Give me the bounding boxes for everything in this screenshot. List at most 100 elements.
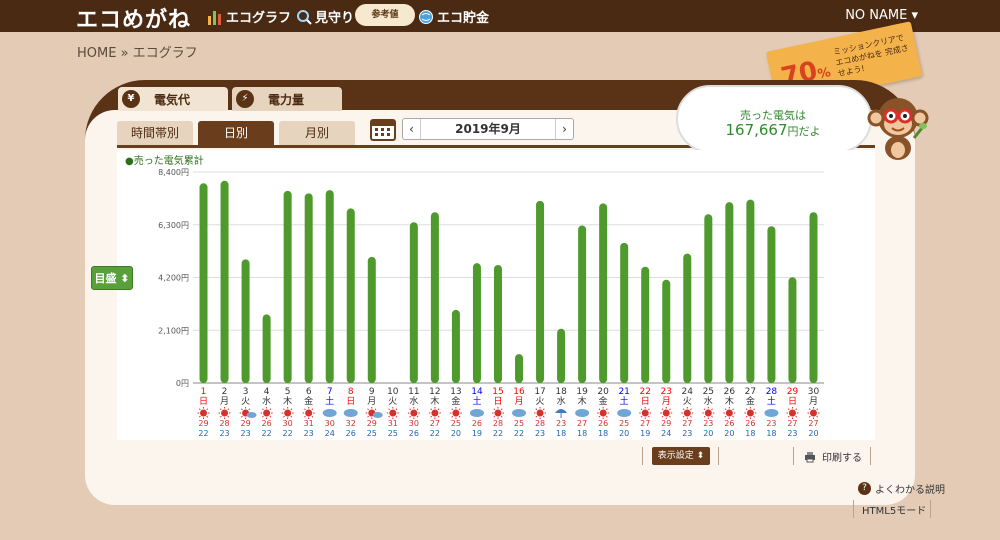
sun-ray	[703, 415, 706, 418]
x-weekday-label: 土	[767, 395, 776, 407]
cloud-icon	[372, 412, 383, 418]
sun-ray	[690, 415, 692, 418]
printer-icon	[805, 451, 815, 462]
sun-ray	[416, 415, 419, 418]
x-day-label: 6	[306, 387, 312, 397]
x-day-label: 12	[429, 387, 440, 397]
sun-ray	[605, 415, 608, 418]
sun-ray	[290, 408, 293, 411]
sun-ray	[753, 415, 755, 418]
divider	[853, 500, 854, 518]
x-day-label: 4	[264, 387, 270, 397]
divider	[642, 447, 643, 465]
sun-ray	[605, 408, 608, 411]
temp-high-label: 30	[283, 419, 293, 428]
sun-ray	[311, 415, 314, 418]
html5-mode-link[interactable]: HTML5モード	[862, 502, 926, 517]
x-day-label: 16	[513, 387, 525, 397]
x-day-label: 30	[808, 387, 820, 397]
sun-ray	[669, 408, 671, 411]
x-day-label: 23	[661, 387, 672, 397]
temp-low-label: 23	[219, 429, 229, 438]
temp-low-label: 22	[493, 429, 503, 438]
temp-high-label: 27	[682, 419, 692, 428]
temp-low-label: 20	[451, 429, 461, 438]
temp-low-label: 23	[682, 429, 692, 438]
temp-high-label: 30	[409, 419, 419, 428]
sun-ray	[816, 415, 819, 418]
temp-high-label: 30	[325, 419, 335, 428]
sun-icon	[788, 409, 796, 417]
sun-ray	[535, 415, 538, 418]
bar	[451, 309, 460, 383]
temp-low-label: 22	[514, 429, 524, 438]
temp-high-label: 26	[724, 419, 734, 428]
x-day-label: 19	[576, 387, 588, 397]
sun-ray	[374, 408, 377, 411]
sun-icon	[305, 409, 313, 417]
sun-ray	[753, 408, 755, 411]
temp-low-label: 23	[535, 429, 545, 438]
x-weekday-label: 火	[536, 396, 545, 407]
sun-icon	[389, 409, 397, 417]
bar	[767, 226, 776, 383]
sun-ray	[367, 408, 369, 411]
bar	[809, 212, 818, 383]
temp-low-label: 24	[325, 429, 335, 438]
sun-ray	[458, 408, 461, 411]
sun-ray	[795, 415, 798, 418]
x-weekday-label: 土	[325, 395, 334, 407]
print-button[interactable]: 印刷する	[804, 449, 862, 464]
temp-high-label: 27	[430, 419, 440, 428]
cloud-icon	[343, 409, 358, 417]
cloud-icon	[322, 409, 337, 417]
sun-ray	[500, 408, 503, 411]
x-weekday-label: 日	[788, 396, 797, 407]
divider	[793, 447, 794, 465]
x-weekday-label: 月	[367, 396, 376, 407]
x-weekday-label: 水	[557, 395, 566, 407]
sun-ray	[206, 408, 209, 411]
divider	[930, 500, 931, 518]
bar	[515, 354, 524, 383]
sun-icon	[431, 409, 439, 417]
temp-high-label: 25	[514, 419, 524, 428]
cloud-icon	[575, 409, 590, 417]
divider	[718, 447, 719, 465]
temp-high-label: 28	[219, 419, 229, 428]
umbrella-icon	[555, 409, 568, 413]
sun-ray	[304, 408, 306, 411]
sun-ray	[682, 415, 685, 418]
sun-icon	[641, 409, 649, 417]
x-day-label: 25	[703, 387, 714, 397]
sun-ray	[227, 408, 230, 411]
cloud-icon	[469, 409, 484, 417]
temp-low-label: 20	[808, 429, 818, 438]
sun-icon	[662, 409, 670, 417]
sun-icon	[200, 409, 208, 417]
y-tick-label: 0円	[176, 379, 189, 388]
help-link[interactable]: ? よくわかる説明	[858, 481, 945, 496]
sun-ray	[395, 415, 398, 418]
sun-ray	[648, 415, 650, 418]
sun-icon	[410, 409, 418, 417]
sun-ray	[542, 408, 545, 411]
bar	[493, 264, 502, 383]
sun-ray	[304, 415, 306, 418]
sun-ray	[430, 415, 433, 418]
sun-ray	[416, 408, 419, 411]
sun-ray	[388, 408, 390, 411]
sun-ray	[745, 415, 748, 418]
x-day-label: 3	[243, 387, 249, 397]
temp-low-label: 20	[703, 429, 713, 438]
temp-low-label: 26	[346, 429, 356, 438]
bar	[430, 212, 439, 383]
y-tick-label: 4,200円	[158, 274, 189, 283]
sun-ray	[311, 408, 314, 411]
sun-ray	[283, 415, 285, 418]
sun-ray	[703, 408, 706, 411]
bar	[704, 214, 713, 383]
x-weekday-label: 日	[346, 396, 355, 407]
display-settings-button[interactable]: 表示設定 ⬍	[652, 447, 710, 465]
temp-low-label: 19	[640, 429, 650, 438]
